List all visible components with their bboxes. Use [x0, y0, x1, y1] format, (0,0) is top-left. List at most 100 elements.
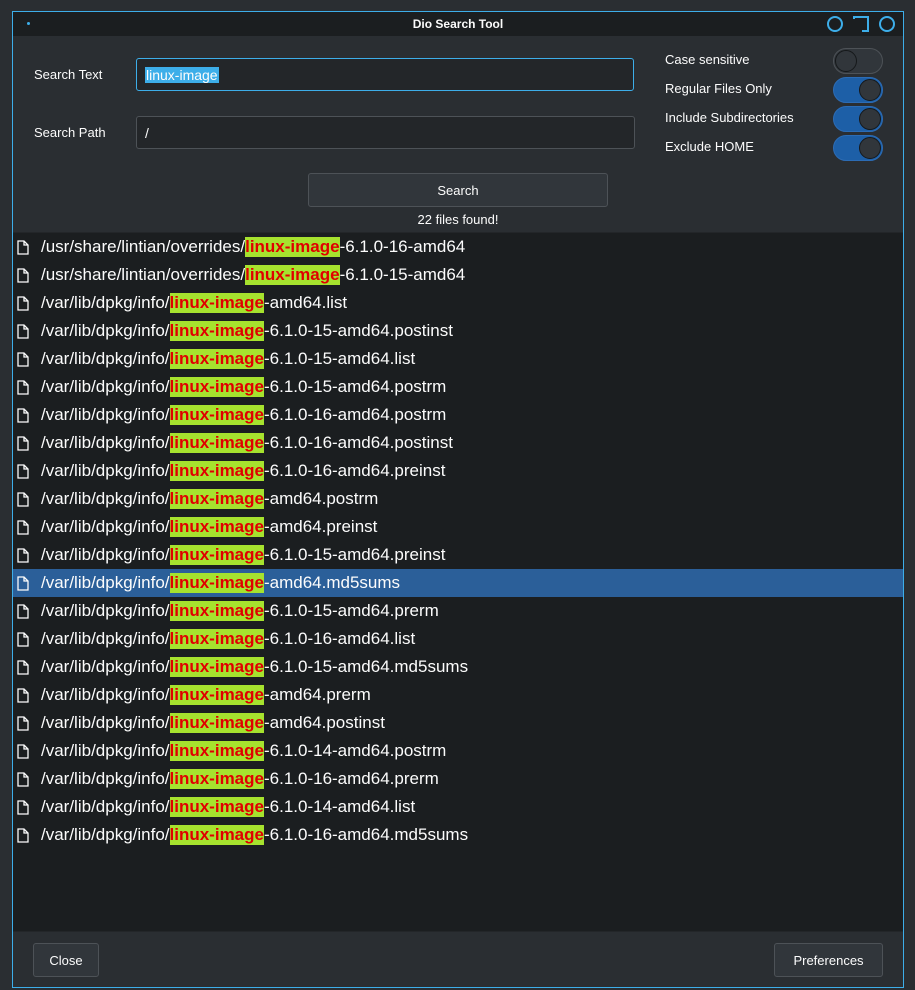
- result-path-prefix: /var/lib/dpkg/info/: [41, 545, 170, 564]
- file-icon: [17, 743, 29, 759]
- result-path-suffix: -6.1.0-15-amd64.list: [263, 349, 416, 368]
- result-match-highlight: linux-image: [169, 741, 264, 761]
- preferences-button[interactable]: Preferences: [774, 943, 883, 977]
- result-match-highlight: linux-image: [169, 825, 264, 845]
- result-path-suffix: -amd64.preinst: [263, 517, 378, 536]
- close-window-icon[interactable]: [879, 16, 895, 32]
- result-match-highlight: linux-image: [169, 461, 264, 481]
- results-list[interactable]: /usr/share/lintian/overrides/linux-image…: [13, 232, 903, 932]
- result-row[interactable]: /usr/share/lintian/overrides/linux-image…: [13, 261, 903, 289]
- result-path-suffix: -6.1.0-16-amd64.postrm: [263, 405, 447, 424]
- result-row[interactable]: /var/lib/dpkg/info/linux-image -6.1.0-15-…: [13, 597, 903, 625]
- result-path-prefix: /var/lib/dpkg/info/: [41, 489, 170, 508]
- result-path-prefix: /var/lib/dpkg/info/: [41, 685, 170, 704]
- file-icon: [17, 603, 29, 619]
- file-icon: [17, 519, 29, 535]
- result-path-prefix: /var/lib/dpkg/info/: [41, 713, 170, 732]
- result-path-prefix: /var/lib/dpkg/info/: [41, 377, 170, 396]
- result-row[interactable]: /var/lib/dpkg/info/linux-image -6.1.0-16-…: [13, 457, 903, 485]
- result-row[interactable]: /var/lib/dpkg/info/linux-image -6.1.0-16-…: [13, 401, 903, 429]
- result-path-suffix: -6.1.0-15-amd64.postinst: [263, 321, 453, 340]
- result-match-highlight: linux-image: [169, 545, 264, 565]
- search-path-input[interactable]: /: [136, 116, 635, 149]
- result-match-highlight: linux-image: [169, 601, 264, 621]
- file-icon: [17, 435, 29, 451]
- option-label: Regular Files Only: [665, 81, 772, 96]
- option-toggle[interactable]: [833, 135, 883, 161]
- status-text: 22 files found!: [417, 212, 499, 227]
- option-toggle[interactable]: [833, 48, 883, 74]
- result-path-suffix: -6.1.0-15-amd64: [339, 265, 466, 284]
- option-row: Regular Files Only: [665, 77, 885, 103]
- app-menu-icon[interactable]: [27, 22, 30, 25]
- option-toggle[interactable]: [833, 106, 883, 132]
- result-row[interactable]: /var/lib/dpkg/info/linux-image -amd64.pre…: [13, 513, 903, 541]
- result-path-suffix: -6.1.0-15-amd64.prerm: [263, 601, 439, 620]
- result-match-highlight: linux-image: [169, 405, 264, 425]
- main-window: Dio Search Tool Search Text linux-image …: [12, 11, 904, 988]
- result-path-suffix: -6.1.0-14-amd64.postrm: [263, 741, 447, 760]
- result-match-highlight: linux-image: [169, 321, 264, 341]
- option-label: Include Subdirectories: [665, 110, 794, 125]
- search-button[interactable]: Search: [308, 173, 608, 207]
- result-path-prefix: /var/lib/dpkg/info/: [41, 293, 170, 312]
- file-icon: [17, 379, 29, 395]
- result-row[interactable]: /var/lib/dpkg/info/linux-image -amd64.pos…: [13, 485, 903, 513]
- option-label: Exclude HOME: [665, 139, 754, 154]
- result-path-prefix: /var/lib/dpkg/info/: [41, 825, 170, 844]
- file-icon: [17, 295, 29, 311]
- result-path-suffix: -amd64.prerm: [263, 685, 371, 704]
- toggle-knob: [859, 108, 881, 130]
- result-row[interactable]: /var/lib/dpkg/info/linux-image -6.1.0-16-…: [13, 821, 903, 849]
- result-row[interactable]: /var/lib/dpkg/info/linux-image -6.1.0-16-…: [13, 765, 903, 793]
- result-row[interactable]: /var/lib/dpkg/info/linux-image -6.1.0-14-…: [13, 737, 903, 765]
- result-match-highlight: linux-image: [169, 433, 264, 453]
- result-row[interactable]: /var/lib/dpkg/info/linux-image -6.1.0-16-…: [13, 625, 903, 653]
- file-icon: [17, 827, 29, 843]
- result-row[interactable]: /var/lib/dpkg/info/linux-image -6.1.0-15-…: [13, 373, 903, 401]
- maximize-icon[interactable]: [853, 16, 869, 32]
- result-path-prefix: /var/lib/dpkg/info/: [41, 769, 170, 788]
- result-path-suffix: -6.1.0-15-amd64.preinst: [263, 545, 446, 564]
- title-bar[interactable]: Dio Search Tool: [13, 12, 903, 36]
- result-row[interactable]: /var/lib/dpkg/info/linux-image -amd64.pre…: [13, 681, 903, 709]
- file-icon: [17, 491, 29, 507]
- option-row: Exclude HOME: [665, 135, 885, 161]
- result-row[interactable]: /var/lib/dpkg/info/linux-image -amd64.pos…: [13, 709, 903, 737]
- file-icon: [17, 631, 29, 647]
- toggle-knob: [835, 50, 857, 72]
- result-row[interactable]: /var/lib/dpkg/info/linux-image -amd64.lis…: [13, 289, 903, 317]
- option-row: Case sensitive: [665, 48, 885, 74]
- result-row[interactable]: /var/lib/dpkg/info/linux-image -6.1.0-15-…: [13, 345, 903, 373]
- result-path-prefix: /usr/share/lintian/overrides/: [41, 265, 246, 284]
- close-button[interactable]: Close: [33, 943, 99, 977]
- file-icon: [17, 351, 29, 367]
- result-match-highlight: linux-image: [169, 293, 264, 313]
- result-match-highlight: linux-image: [169, 377, 264, 397]
- result-row[interactable]: /var/lib/dpkg/info/linux-image -amd64.md5…: [13, 569, 903, 597]
- search-text-label: Search Text: [34, 67, 103, 82]
- result-row[interactable]: /var/lib/dpkg/info/linux-image -6.1.0-15-…: [13, 317, 903, 345]
- file-icon: [17, 239, 29, 255]
- result-path-suffix: -6.1.0-16-amd64.preinst: [263, 461, 446, 480]
- file-icon: [17, 771, 29, 787]
- result-path-prefix: /var/lib/dpkg/info/: [41, 517, 170, 536]
- option-toggle[interactable]: [833, 77, 883, 103]
- result-row[interactable]: /var/lib/dpkg/info/linux-image -6.1.0-15-…: [13, 653, 903, 681]
- file-icon: [17, 799, 29, 815]
- result-path-suffix: -6.1.0-16-amd64.md5sums: [263, 825, 469, 844]
- search-text-input[interactable]: linux-image: [136, 58, 634, 91]
- result-row[interactable]: /var/lib/dpkg/info/linux-image -6.1.0-16-…: [13, 429, 903, 457]
- result-path-suffix: -6.1.0-16-amd64.postinst: [263, 433, 453, 452]
- file-icon: [17, 575, 29, 591]
- result-row[interactable]: /usr/share/lintian/overrides/linux-image…: [13, 233, 903, 261]
- result-path-prefix: /var/lib/dpkg/info/: [41, 629, 170, 648]
- result-path-suffix: -amd64.postrm: [263, 489, 379, 508]
- file-icon: [17, 547, 29, 563]
- result-row[interactable]: /var/lib/dpkg/info/linux-image -6.1.0-15-…: [13, 541, 903, 569]
- result-path-prefix: /var/lib/dpkg/info/: [41, 573, 170, 592]
- search-text-value: linux-image: [145, 66, 219, 83]
- search-path-value: /: [145, 124, 149, 141]
- result-row[interactable]: /var/lib/dpkg/info/linux-image -6.1.0-14-…: [13, 793, 903, 821]
- minimize-icon[interactable]: [827, 16, 843, 32]
